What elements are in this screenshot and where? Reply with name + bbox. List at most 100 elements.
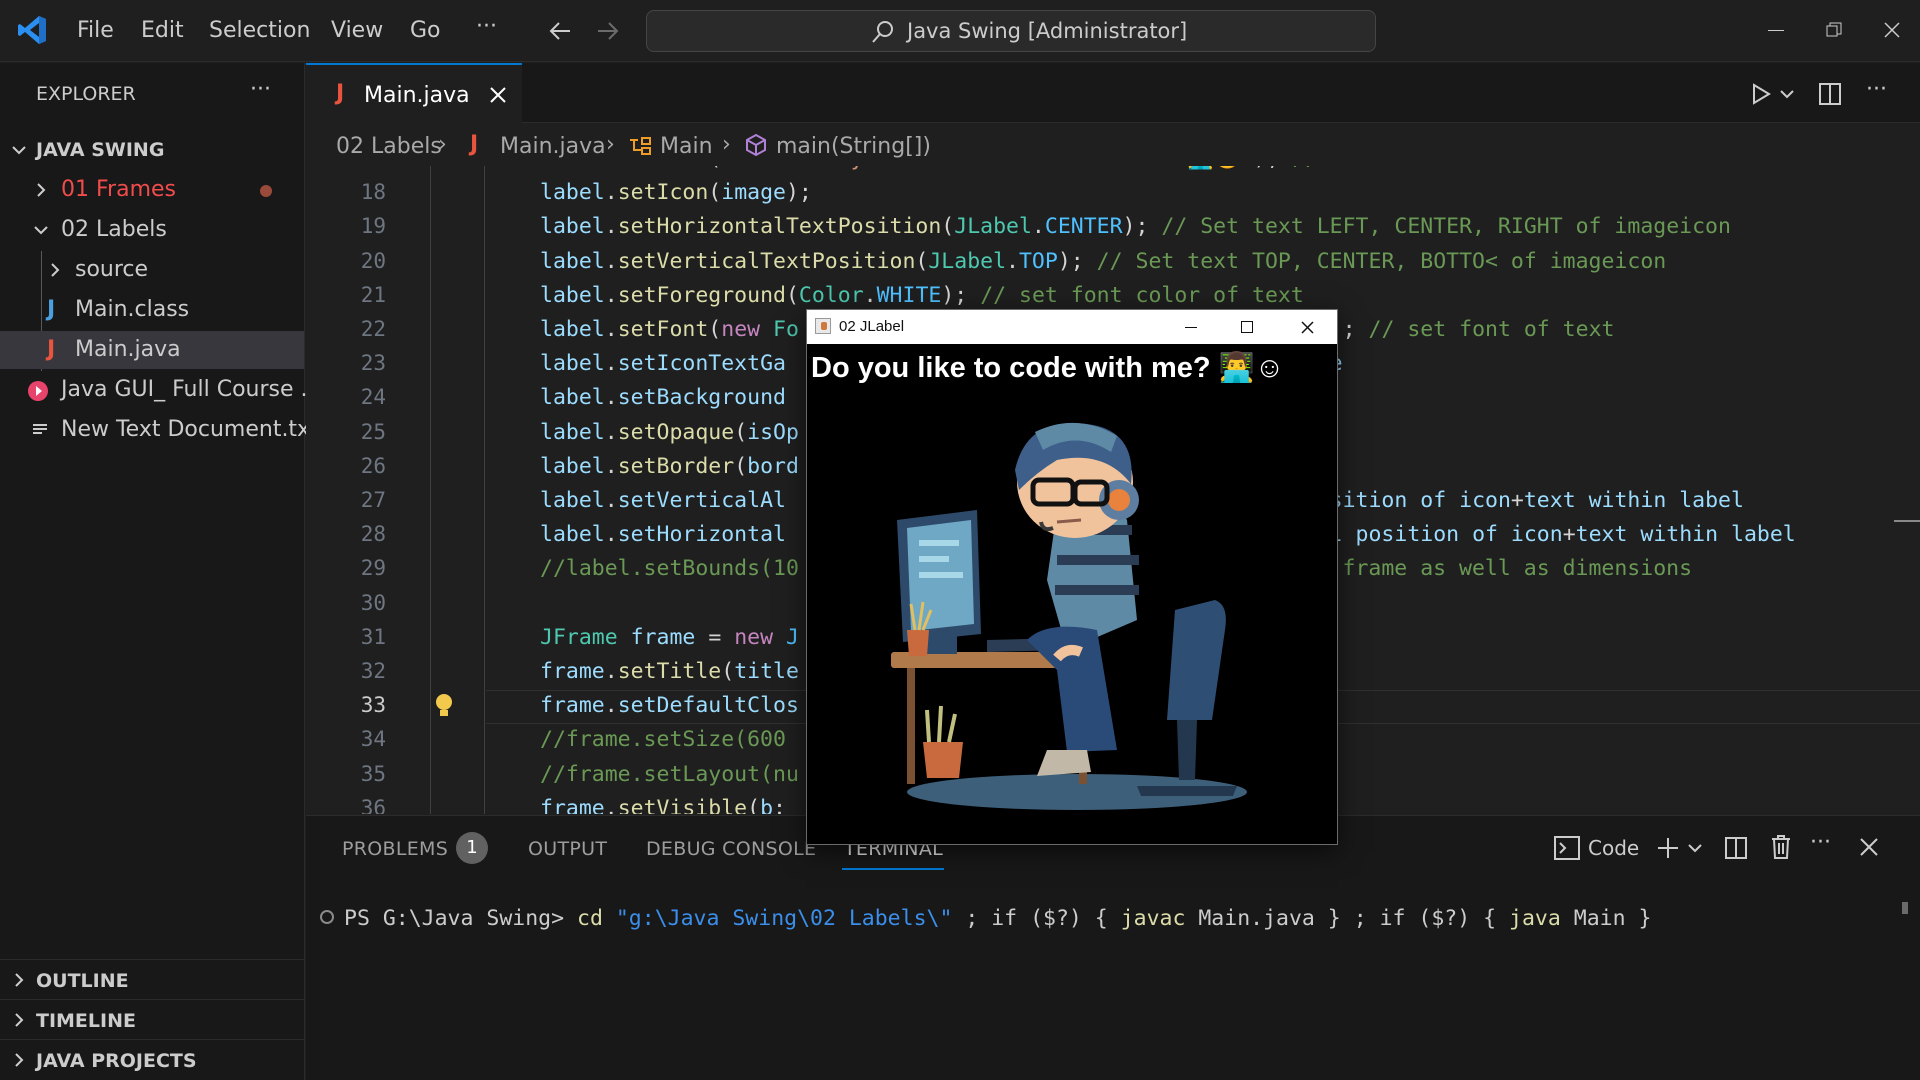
code-line[interactable]: label.setBackground [540,385,786,410]
terminal-text: ; if ($?) { [952,906,1121,931]
terminal-prompt: PS G:\Java Swing> [344,906,565,931]
line-number: 24 [360,385,386,410]
close-window-icon[interactable] [1301,321,1314,334]
chevron-down-icon [12,146,26,155]
run-icon[interactable] [1750,83,1772,105]
code-line[interactable]: JFrame frame = new J [540,625,799,650]
chevron-right-icon [15,1053,24,1067]
menu-file[interactable]: File [77,18,114,43]
minimize-window-icon[interactable] [1185,327,1197,328]
java-window-titlebar[interactable]: 02 JLabel [807,310,1337,344]
line-number: 31 [360,624,386,649]
tree-item-text-document[interactable]: New Text Document.txt [0,411,319,449]
back-arrow-icon[interactable] [548,20,572,42]
split-terminal-icon[interactable] [1724,836,1748,860]
class-icon [630,137,651,155]
new-terminal-icon[interactable] [1656,836,1680,860]
breadcrumb-folder[interactable]: 02 Labels [336,134,442,159]
section-outline[interactable]: OUTLINE [0,959,304,999]
line-number: 18 [360,180,386,205]
java-file-icon: J [47,297,56,322]
restore-window-icon[interactable] [1826,22,1842,38]
programmer-illustration [891,422,1247,810]
code-line[interactable]: frame.setTitle(title [540,659,799,684]
menu-edit[interactable]: Edit [141,18,184,43]
trash-icon[interactable] [1770,834,1792,860]
java-app-icon [815,318,831,334]
chevron-right-icon [15,973,24,987]
tab-main-java[interactable]: J Main.java [306,63,522,123]
jlabel-text: Do you like to code with me? 👨‍💻☺ [811,352,1285,384]
chevron-down-icon[interactable] [1688,843,1702,853]
lightbulb-icon[interactable] [434,693,454,719]
close-tab-icon[interactable] [490,87,506,103]
forward-arrow-icon[interactable] [596,20,620,42]
line-number: 23 [360,351,386,376]
tree-item-label: New Text Document.txt [61,417,319,442]
java-jlabel-window[interactable]: 02 JLabel Do you like to code with me? 👨… [806,309,1338,845]
line-number: 20 [360,248,386,273]
code-line[interactable]: frame.setVisible(b: [540,796,786,814]
code-line[interactable]: label.setOpaque(isOp [540,420,799,445]
title-bar: File Edit Selection View Go ··· Java Swi… [0,0,1920,62]
command-center-label: Java Swing [Administrator] [907,19,1188,43]
more-actions-button[interactable]: ··· [1866,77,1887,102]
java-window-title: 02 JLabel [839,318,905,335]
tree-item-02-labels[interactable]: 02 Labels [0,211,304,249]
breadcrumb-class[interactable]: Main [660,134,713,159]
maximize-window-icon[interactable] [1241,321,1253,333]
tree-item-main-class[interactable]: J Main.class [0,291,304,329]
tree-item-source[interactable]: source [0,251,304,289]
section-timeline[interactable]: TIMELINE [0,999,304,1039]
menu-more[interactable]: ··· [476,14,497,39]
tab-debug-console[interactable]: DEBUG CONSOLE [646,838,816,860]
terminal-scrollbar[interactable] [1902,902,1908,914]
section-label: TIMELINE [36,1010,136,1032]
code-line[interactable]: frame.setDefaultClos [540,693,799,718]
code-line[interactable]: label.setBorder(bord [540,454,799,479]
line-number: 21 [360,282,386,307]
code-line[interactable]: label.setHorizontalTextPosition(JLabel.C… [540,214,1731,239]
tree-item-01-frames[interactable]: 01 Frames [0,171,304,209]
more-actions-button[interactable]: ··· [1810,830,1831,855]
section-java-projects[interactable]: JAVA PROJECTS [0,1039,304,1079]
menu-selection[interactable]: Selection [209,18,310,43]
terminal-text: Main.java } ; if ($?) { [1185,906,1510,931]
code-line[interactable]: label.setVerticalTextPosition(JLabel.TOP… [540,249,1666,274]
code-line[interactable]: label.setText(text: "Do you like to code… [540,166,1551,171]
chevron-down-icon[interactable] [1780,89,1794,99]
tree-item-main-java[interactable]: J Main.java [0,331,304,369]
breadcrumb-file[interactable]: Main.java [500,134,606,159]
line-number: 33 [360,693,386,718]
minimize-window-icon[interactable] [1768,30,1784,31]
active-tab-indicator [842,868,944,870]
tree-item-label: source [75,257,149,282]
code-line[interactable]: label.setForeground(Color.WHITE); // set… [540,283,1304,308]
indent-guide [484,166,485,814]
terminal-command-line[interactable]: PS G:\Java Swing> cd "g:\Java Swing\02 L… [344,906,1651,931]
line-number: 17 [326,166,386,170]
tab-problems[interactable]: PROBLEMS [342,838,448,860]
code-line[interactable]: //frame.setLayout(nu [540,762,799,787]
menu-go[interactable]: Go [410,18,441,43]
tree-item-video[interactable]: Java GUI_ Full Course ... [0,371,322,409]
breadcrumb-method[interactable]: main(String[]) [776,134,931,159]
vscode-logo-icon [16,14,48,46]
close-window-icon[interactable] [1884,22,1900,38]
terminal-name[interactable]: Code [1588,836,1639,860]
menu-view[interactable]: View [331,18,383,43]
command-center-search[interactable]: Java Swing [Administrator] [646,10,1376,52]
close-panel-icon[interactable] [1860,838,1878,856]
tab-output[interactable]: OUTPUT [528,838,607,860]
terminal-cmd-java: java [1509,906,1561,931]
scrollbar-marker [1894,520,1920,522]
method-icon [746,133,766,157]
editor-tab-bar: J Main.java ··· [306,63,1920,123]
tree-item-label: Java GUI_ Full Course ... [61,377,322,402]
explorer-more-button[interactable]: ··· [250,77,271,102]
project-header[interactable]: JAVA SWING [0,131,304,169]
code-line[interactable]: label.setIcon(image); [540,180,812,205]
code-line[interactable]: //frame.setSize(600 [540,727,786,752]
split-editor-icon[interactable] [1818,82,1842,106]
line-number: 28 [360,522,386,547]
